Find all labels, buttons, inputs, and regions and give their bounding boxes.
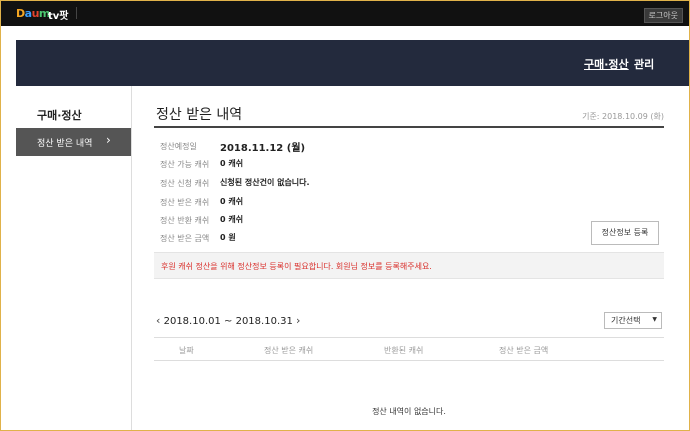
divider	[154, 126, 664, 128]
period-select[interactable]: 기간선택 ▼	[604, 312, 662, 329]
notice-banner: 후원 캐쉬 정산을 위해 정산정보 등록이 필요합니다. 회원님 정보를 등록해…	[154, 252, 664, 279]
header: 구매·정산 관리	[16, 40, 689, 86]
column-header-received-amount: 정산 받은 금액	[499, 346, 549, 355]
service-name[interactable]: tv팟	[48, 7, 69, 22]
sidebar-title: 구매·정산	[37, 109, 82, 122]
column-header-returned-cash: 반환된 캐쉬	[384, 346, 424, 355]
info-value-scheduled-date: 2018.11.12 (월)	[220, 143, 306, 154]
sidebar-item-label: 정산 받은 내역	[37, 139, 93, 149]
column-header-date: 날짜	[179, 346, 194, 355]
app-window: Daum tv팟 로그아웃 구매·정산 관리 구매·정산 정산 받은 내역 › …	[0, 0, 690, 431]
period-range: 2018.10.01 ~ 2018.10.31	[163, 316, 293, 327]
logout-button[interactable]: 로그아웃	[643, 8, 683, 23]
info-value-received-amount: 0 원	[220, 233, 236, 242]
notice-text: 후원 캐쉬 정산을 위해 정산정보 등록이 필요합니다. 회원님 정보를 등록해…	[161, 262, 432, 271]
info-label-available-cash: 정산 가능 캐쉬	[160, 160, 210, 169]
period-navigator: ‹ 2018.10.01 ~ 2018.10.31 ›	[156, 314, 300, 327]
column-header-received-cash: 정산 받은 캐쉬	[264, 346, 314, 355]
info-value-returned-cash: 0 캐쉬	[220, 215, 244, 224]
sidebar-item-settlement-history[interactable]: 정산 받은 내역 ›	[16, 128, 131, 156]
register-settlement-info-button[interactable]: 정산정보 등록	[591, 221, 659, 245]
reference-date: 기준: 2018.10.09 (화)	[582, 112, 664, 121]
caret-down-icon: ▼	[652, 316, 657, 323]
period-select-value: 기간선택	[611, 316, 641, 325]
info-label-returned-cash: 정산 반환 캐쉬	[160, 216, 210, 225]
info-label-received-cash: 정산 받은 캐쉬	[160, 198, 210, 207]
sidebar: 구매·정산 정산 받은 내역 ›	[16, 86, 132, 430]
info-label-received-amount: 정산 받은 금액	[160, 234, 210, 243]
next-period-icon[interactable]: ›	[296, 314, 300, 327]
divider	[76, 7, 77, 19]
prev-period-icon[interactable]: ‹	[156, 314, 160, 327]
info-value-requested-cash: 신청된 정산건이 없습니다.	[220, 178, 310, 187]
chevron-right-icon: ›	[106, 133, 111, 147]
nav-purchase-settlement[interactable]: 구매·정산	[584, 56, 629, 72]
page-title: 정산 받은 내역	[156, 107, 243, 123]
nav-manage[interactable]: 관리	[634, 56, 654, 72]
top-bar: Daum tv팟 로그아웃	[1, 1, 689, 26]
info-label-requested-cash: 정산 신청 캐쉬	[160, 179, 210, 188]
info-value-received-cash: 0 캐쉬	[220, 197, 244, 206]
table-header: 날짜 정산 받은 캐쉬 반환된 캐쉬 정산 받은 금액	[154, 337, 664, 361]
daum-logo[interactable]: Daum	[16, 7, 50, 20]
info-value-available-cash: 0 캐쉬	[220, 159, 244, 168]
empty-message: 정산 내역이 없습니다.	[372, 407, 446, 416]
info-label-scheduled-date: 정산예정일	[160, 142, 197, 151]
